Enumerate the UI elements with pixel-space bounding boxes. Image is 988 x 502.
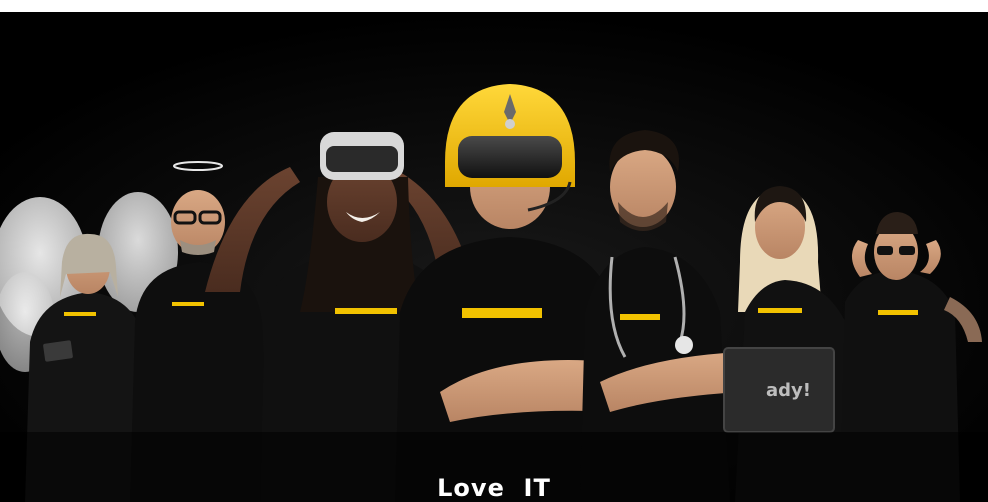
accent-stripe [335,308,397,314]
accent-stripe [878,310,918,315]
top-white-strip [0,0,988,12]
sunglasses-icon [877,246,893,255]
team-photo-illustration: ady! [0,12,988,502]
hero-banner: ady! Love IT [0,0,988,502]
headline: Love IT [437,474,551,502]
accent-stripe [172,302,204,306]
accent-stripe [620,314,660,320]
team-photo: ady! Love IT [0,12,988,502]
accent-stripe [758,308,802,313]
laptop-screen-text: ady! [766,380,811,401]
accent-stripe [462,308,542,318]
accent-stripe [64,312,96,316]
